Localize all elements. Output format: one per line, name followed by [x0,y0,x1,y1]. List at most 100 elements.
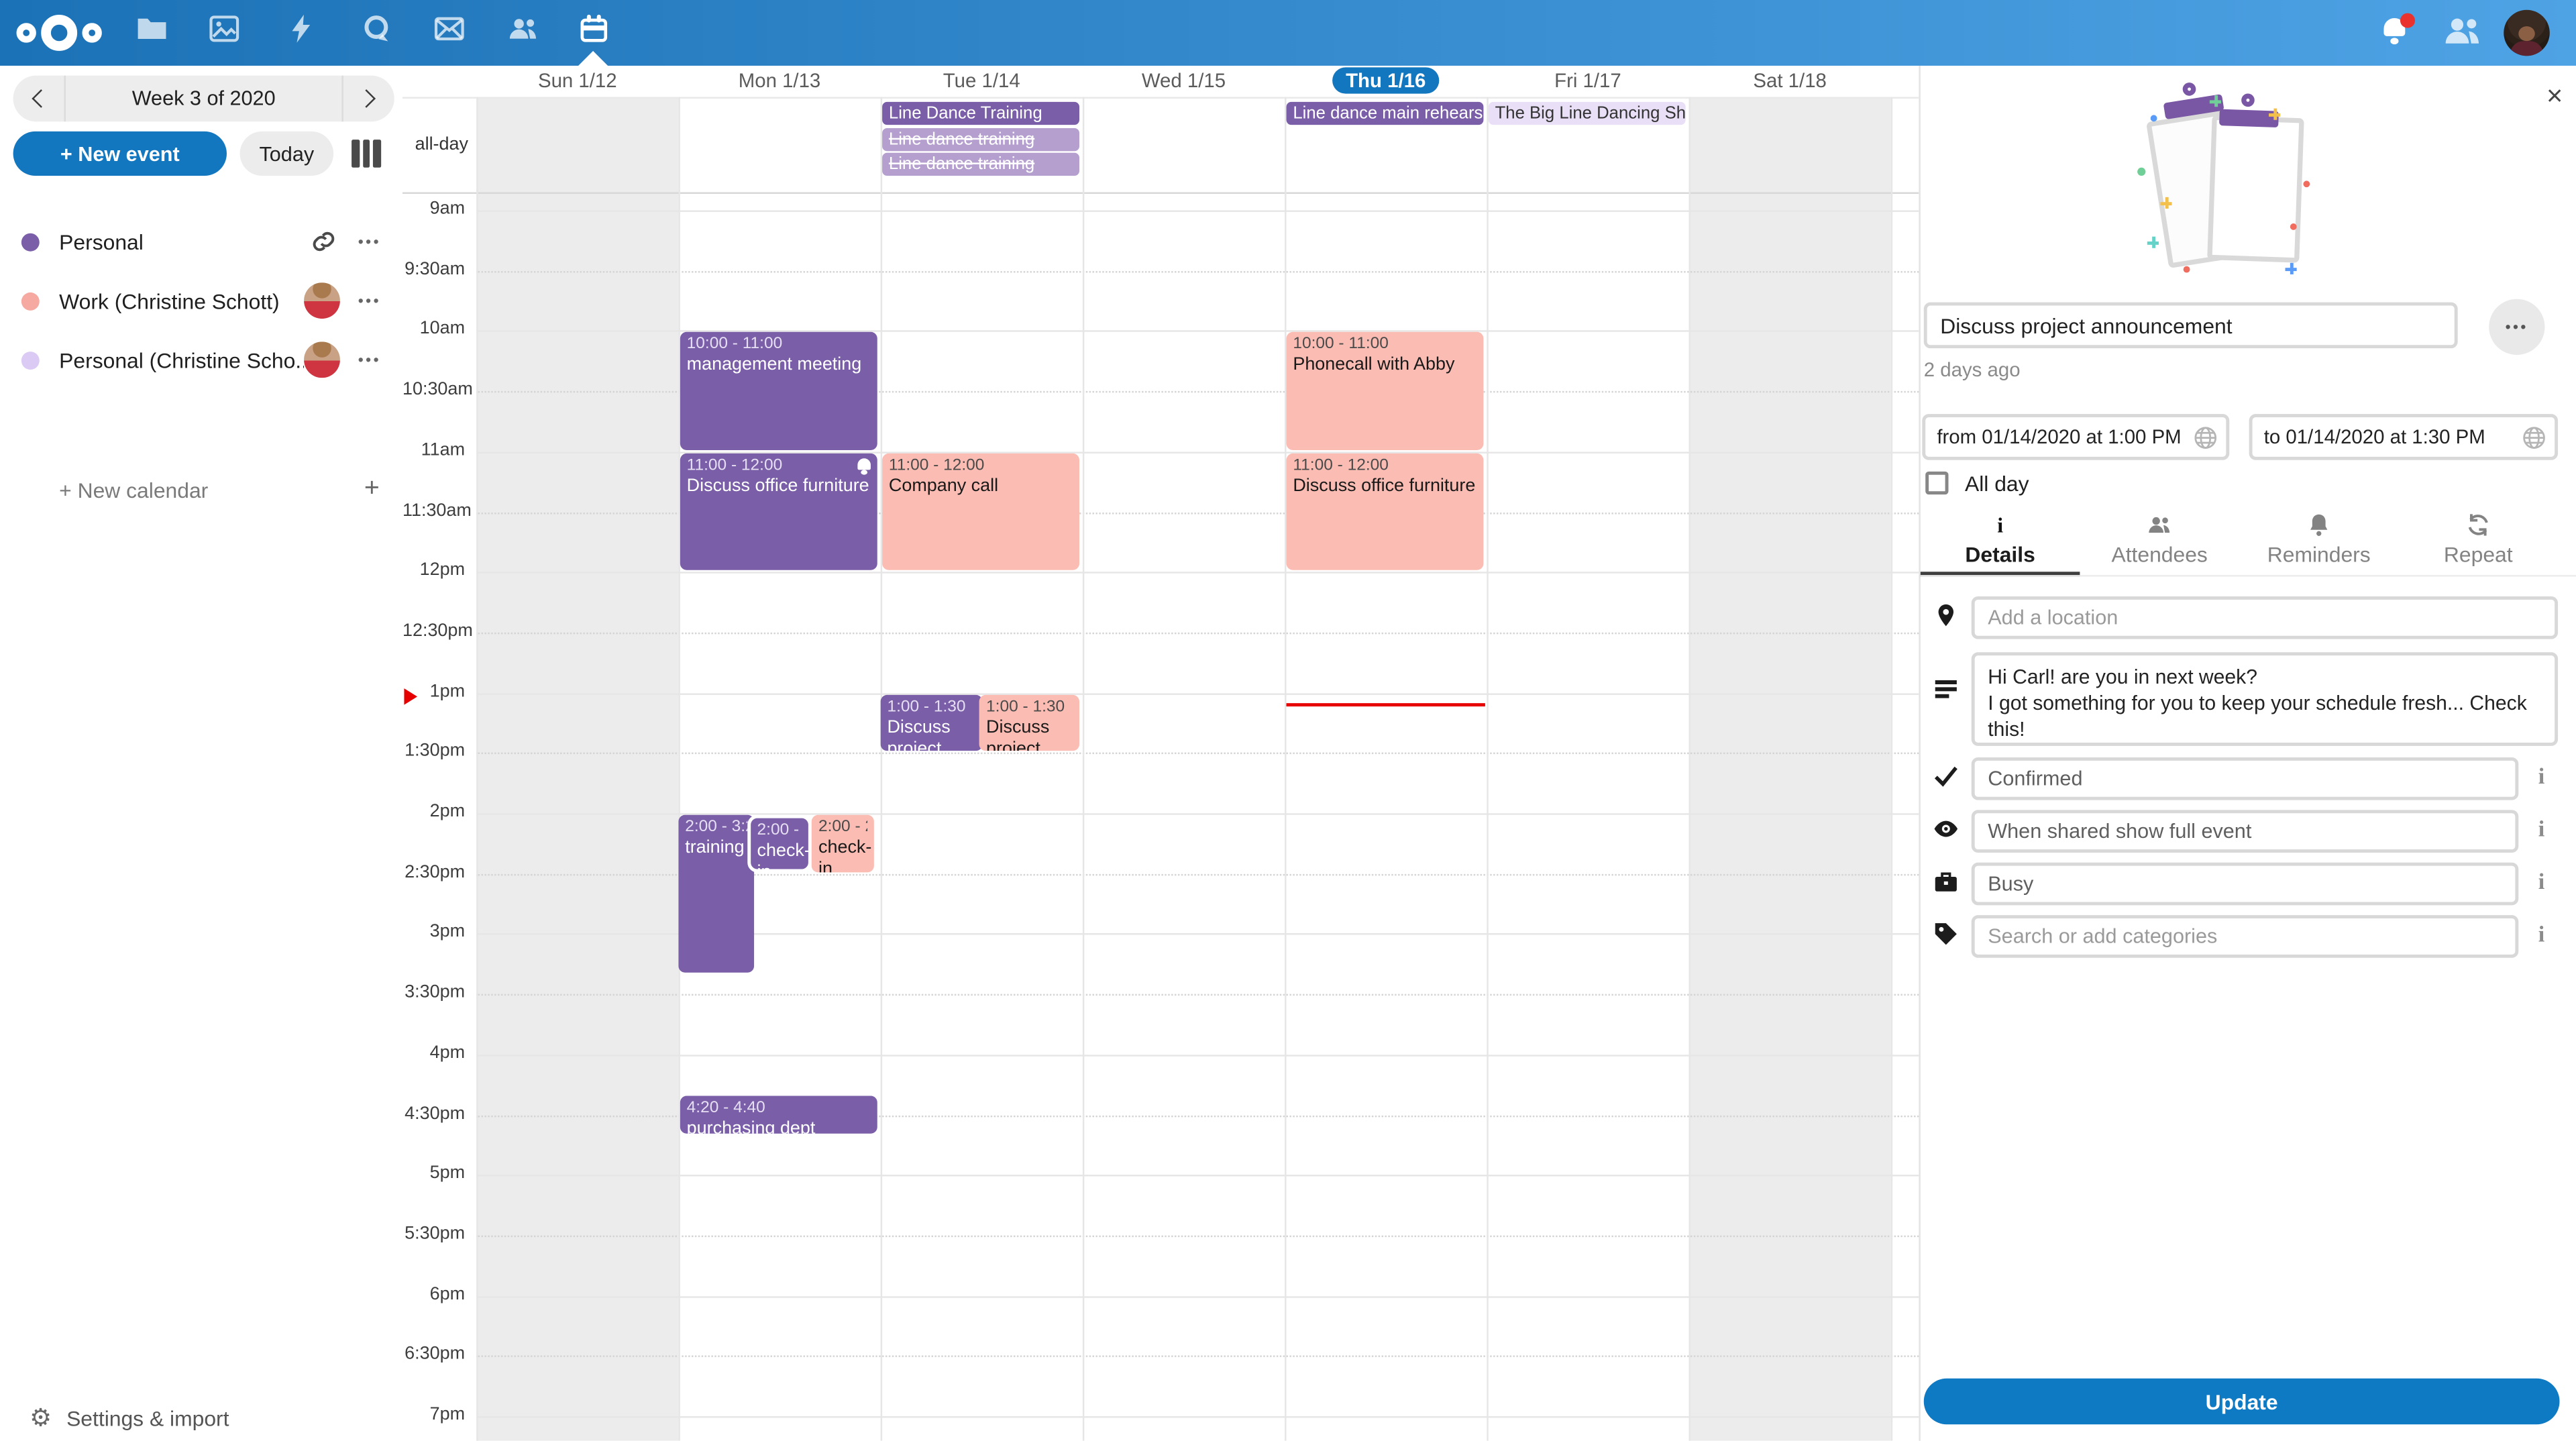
gridline [476,270,1919,272]
activity-app-button[interactable] [278,13,324,53]
column-divider [1891,97,1892,1440]
next-week-button[interactable] [357,89,376,108]
event-time: 2:00 - 2:30 [757,821,802,841]
day-column[interactable] [881,97,1083,1440]
event-time: 11:00 - 12:00 [1293,456,1477,476]
settings-import-button[interactable]: ⚙ Settings & import [0,1397,402,1440]
allday-event-chip[interactable]: Line Dance Training [882,102,1079,125]
calendar-color-dot [21,292,40,310]
event-block[interactable]: 1:00 - 1:30Discuss project announcement [881,694,982,751]
gridline [476,1356,1919,1357]
event-block[interactable]: 11:00 - 12:00Company call [882,453,1079,570]
week-navigation: Week 3 of 2020 [13,76,394,122]
clipboard-illustration [2134,95,2364,279]
day-column[interactable] [1487,97,1688,1440]
event-block[interactable]: 11:00 - 12:00Discuss office furniture [680,453,877,570]
calendar-menu-button[interactable]: ••• [350,352,390,368]
week-label[interactable]: Week 3 of 2020 [66,87,341,110]
user-avatar[interactable] [2504,10,2550,56]
new-calendar-button[interactable]: + New calendar + [0,468,402,511]
confetti-dot [2290,223,2297,230]
calendar-list-item-work-christine[interactable]: Work (Christine Schott) ••• [0,276,402,325]
gridline [476,633,1919,634]
event-title-input[interactable] [1924,303,2458,349]
divider [1921,575,2576,576]
tab-details[interactable]: i Details [1921,513,2080,575]
time-label: 5:30pm [402,1224,465,1243]
column-divider [1689,97,1690,1440]
contacts-app-button[interactable] [499,13,545,53]
allday-event-chip[interactable]: Line dance training [882,153,1079,176]
end-datetime-input[interactable] [2253,425,2522,448]
event-actions-menu-button[interactable]: ••• [2489,299,2544,355]
info-icon[interactable]: i [2532,818,2551,845]
shared-by-avatar [304,341,340,378]
info-icon[interactable]: i [2532,923,2551,949]
event-time: 10:00 - 11:00 [1293,336,1477,356]
confetti-dot [2303,180,2310,187]
all-day-checkbox[interactable] [1925,472,1948,494]
time-label: 9am [402,199,465,218]
talk-app-button[interactable] [354,13,400,53]
event-title: Discuss project announcement [887,717,975,751]
description-textarea[interactable]: Hi Carl! are you in next week? I got som… [1972,652,2558,746]
calendar-menu-button[interactable]: ••• [350,233,390,250]
all-day-toggle-row: All day [1925,470,2029,496]
gridline [476,1175,1919,1176]
calendar-app-button[interactable] [570,13,616,53]
info-icon[interactable]: i [2532,765,2551,792]
busy-select[interactable]: Busy [1972,863,2519,906]
today-button[interactable]: Today [240,131,334,176]
confetti-dot [2151,115,2157,121]
day-header-wed: Wed 1/15 [1083,66,1285,97]
info-icon[interactable]: i [2532,871,2551,897]
view-toggle-icon[interactable] [352,140,384,168]
active-app-indicator [578,51,608,66]
timezone-globe-icon[interactable] [2522,425,2546,449]
event-block[interactable]: 1:00 - 1:30Discuss project [979,694,1079,751]
calendar-list-item-personal[interactable]: Personal ••• [0,217,402,266]
event-block[interactable]: 10:00 - 11:00Phonecall with Abby [1287,333,1484,450]
day-column[interactable] [1083,97,1285,1440]
envelope-icon [433,13,464,53]
start-datetime-input[interactable] [1925,425,2193,448]
allday-event-chip[interactable]: The Big Line Dancing Show [1489,102,1686,125]
event-block[interactable]: 2:00 - 2:30check-in [747,815,812,872]
tab-attendees[interactable]: Attendees [2080,513,2239,575]
contacts-menu-button[interactable] [2443,15,2483,48]
day-column[interactable] [678,97,880,1440]
calendar-menu-button[interactable]: ••• [350,292,390,309]
update-button[interactable]: Update [1924,1379,2560,1425]
event-block[interactable]: 11:00 - 12:00Discuss office furniture [1287,453,1484,570]
new-event-button[interactable]: + New event [13,131,227,176]
allday-event-chip[interactable]: Line dance training [882,127,1079,150]
event-editor-panel: × ••• 2 days ago [1919,66,2576,1441]
calendar-list-item-personal-christine[interactable]: Personal (Christine Scho... ••• [0,335,402,384]
visibility-select[interactable]: When shared show full event [1972,810,2519,853]
photos-app-button[interactable] [201,13,247,53]
day-column[interactable] [1285,97,1487,1440]
close-icon[interactable]: × [2536,79,2573,115]
day-column[interactable] [476,97,678,1440]
tab-reminders[interactable]: Reminders [2239,513,2399,575]
event-block[interactable]: 2:00 - 3:20training [678,815,753,973]
tab-repeat[interactable]: Repeat [2399,513,2559,575]
categories-input[interactable] [1972,915,2519,958]
event-title: check-in [818,838,868,872]
previous-week-button[interactable] [32,89,50,108]
event-block[interactable]: 2:00 - 2:30check-in [812,815,874,872]
nextcloud-logo[interactable] [13,10,105,56]
day-column[interactable] [1689,97,1891,1440]
confetti-plus [2269,109,2280,120]
event-time: 11:00 - 12:00 [889,456,1073,476]
status-select[interactable]: Confirmed [1972,757,2519,800]
allday-event-chip[interactable]: Line dance main rehearsal [1287,102,1484,125]
mail-app-button[interactable] [425,13,472,53]
share-link-icon[interactable] [311,228,337,254]
timezone-globe-icon[interactable] [2193,425,2218,449]
notifications-button[interactable] [2379,16,2415,49]
event-block[interactable]: 10:00 - 11:00management meeting [680,333,877,450]
files-app-button[interactable] [128,13,174,53]
location-input[interactable] [1972,596,2558,639]
event-block[interactable]: 4:20 - 4:40purchasing dept [680,1096,877,1133]
